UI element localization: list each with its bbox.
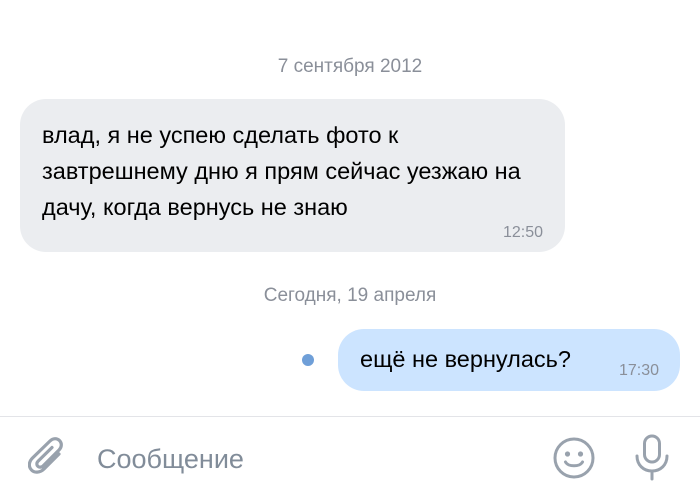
outgoing-message-text: ещё не вернулась? (360, 346, 571, 372)
chat-screen: 7 сентября 2012 влад, я не успею сделать… (0, 0, 700, 499)
incoming-message-time: 12:50 (502, 224, 543, 241)
smiley-icon[interactable] (552, 436, 596, 480)
incoming-message-bubble[interactable]: влад, я не успею сделать фото к завтрешн… (20, 99, 565, 252)
message-input[interactable] (97, 439, 517, 479)
incoming-message-text: влад, я не успею сделать фото к завтрешн… (42, 122, 521, 220)
date-separator: 7 сентября 2012 (277, 56, 423, 77)
outgoing-message-time: 17:30 (618, 362, 659, 379)
date-separator-today: Сегодня, 19 апреля (263, 285, 437, 306)
microphone-icon[interactable] (633, 434, 671, 482)
paperclip-icon[interactable] (28, 437, 68, 479)
outgoing-message-bubble[interactable]: ещё не вернулась? 17:30 (338, 329, 680, 391)
message-composer (0, 417, 700, 499)
unread-indicator-dot (302, 354, 314, 366)
